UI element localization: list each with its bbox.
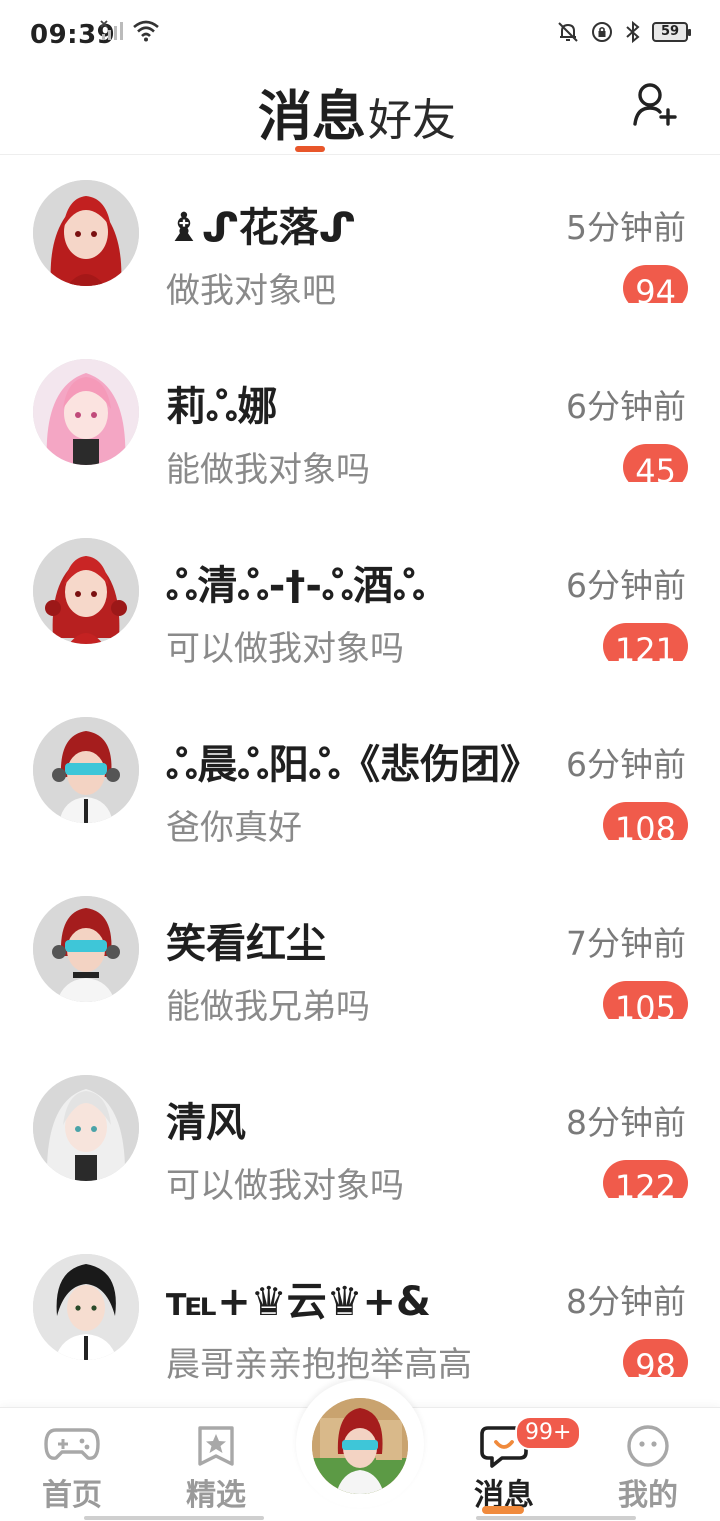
contact-name: ♝ᔑ花落ᔑ	[166, 205, 356, 251]
contact-name: 清风	[166, 1100, 246, 1146]
header-tabs: 消息 好友	[258, 72, 456, 152]
message-preview: 晨哥亲亲抱抱举高高	[166, 1345, 472, 1385]
conversation-row[interactable]: ♝ᔑ花落ᔑ 做我对象吧 5分钟前 94	[0, 155, 720, 334]
unread-badge: 94	[623, 265, 688, 303]
avatar	[33, 538, 139, 644]
tab-active-indicator	[295, 146, 325, 152]
conversation-row[interactable]: 笑看红尘 能做我兄弟吗 7分钟前 105	[0, 871, 720, 1050]
tab-messages-label: 消息	[258, 85, 366, 148]
message-preview: 爸你真好	[166, 808, 302, 848]
lock-rotation-icon	[592, 22, 612, 42]
signal-off-icon	[100, 20, 123, 40]
conversation-list: ♝ᔑ花落ᔑ 做我对象吧 5分钟前 94 莉ஃ娜 能做我对象吗 6分钟前 45 ஃ…	[0, 155, 720, 1408]
message-preview: 能做我对象吗	[166, 450, 370, 490]
unread-badge: 122	[602, 1160, 688, 1198]
tab-messages[interactable]: 消息	[258, 72, 366, 152]
status-right-icons: 59	[556, 20, 691, 44]
message-preview: 可以做我对象吗	[166, 629, 404, 669]
nav-messages-badge: 99+	[515, 1416, 582, 1450]
message-time: 5分钟前	[566, 208, 686, 247]
contact-name: ஃ清ஃ-†-ஃ酒ஃ	[166, 563, 425, 609]
bell-muted-icon	[558, 22, 578, 42]
message-preview: 能做我兄弟吗	[166, 987, 370, 1027]
avatar	[33, 717, 139, 823]
contact-name: ஃ晨ஃ阳ஃ《悲伤团》	[166, 742, 526, 788]
message-time: 8分钟前	[566, 1282, 686, 1321]
bluetooth-icon	[626, 20, 640, 44]
unread-count: 45	[623, 444, 688, 482]
star-bookmark-icon	[198, 1426, 234, 1466]
avatar	[33, 180, 139, 286]
wifi-icon	[133, 20, 159, 42]
message-time: 8分钟前	[566, 1103, 686, 1142]
message-time: 6分钟前	[566, 745, 686, 784]
conversation-row[interactable]: ஃ晨ஃ阳ஃ《悲伤团》 爸你真好 6分钟前 108	[0, 692, 720, 871]
add-friend-icon[interactable]	[632, 80, 680, 128]
status-left-icons	[100, 20, 160, 42]
unread-count: 121	[602, 623, 688, 661]
unread-count: 94	[623, 265, 688, 303]
unread-count: 98	[623, 1339, 688, 1377]
face-icon	[627, 1425, 669, 1467]
contact-name: ℡+♛云♛+&	[166, 1279, 431, 1325]
nav-active-indicator	[482, 1506, 524, 1514]
nav-home-label: 首页	[42, 1478, 102, 1513]
tab-friends[interactable]: 好友	[368, 84, 456, 148]
avatar	[33, 359, 139, 465]
unread-count: 122	[602, 1160, 688, 1198]
bottom-nav: 首页 精选 消息 99+ 我的	[0, 1380, 720, 1521]
avatar	[33, 1254, 139, 1360]
message-time: 6分钟前	[566, 387, 686, 426]
battery-icon: 59	[652, 22, 691, 42]
nav-me-label: 我的	[618, 1478, 678, 1513]
gesture-bar-right	[476, 1516, 636, 1520]
unread-count: 105	[602, 981, 688, 1019]
center-avatar[interactable]	[312, 1398, 408, 1494]
unread-badge: 108	[602, 802, 688, 840]
conversation-row[interactable]: 清风 可以做我对象吗 8分钟前 122	[0, 1050, 720, 1229]
contact-name: 莉ஃ娜	[166, 384, 278, 430]
message-preview: 做我对象吧	[166, 271, 336, 311]
unread-badge: 45	[623, 444, 688, 482]
avatar	[33, 1075, 139, 1181]
conversation-row[interactable]: ஃ清ஃ-†-ஃ酒ஃ 可以做我对象吗 6分钟前 121	[0, 513, 720, 692]
header: 消息 好友	[0, 72, 720, 155]
gamepad-icon	[44, 1428, 100, 1460]
unread-count: 108	[602, 802, 688, 840]
gesture-bar-left	[84, 1516, 264, 1520]
nav-featured-label: 精选	[186, 1478, 246, 1513]
avatar	[33, 896, 139, 1002]
message-time: 7分钟前	[566, 924, 686, 963]
message-time: 6分钟前	[566, 566, 686, 605]
unread-badge: 121	[602, 623, 688, 661]
message-preview: 可以做我对象吗	[166, 1166, 404, 1206]
contact-name: 笑看红尘	[166, 921, 326, 967]
status-bar: 09:39 59	[0, 0, 720, 72]
unread-badge: 105	[602, 981, 688, 1019]
conversation-row[interactable]: 莉ஃ娜 能做我对象吗 6分钟前 45	[0, 334, 720, 513]
unread-badge: 98	[623, 1339, 688, 1377]
